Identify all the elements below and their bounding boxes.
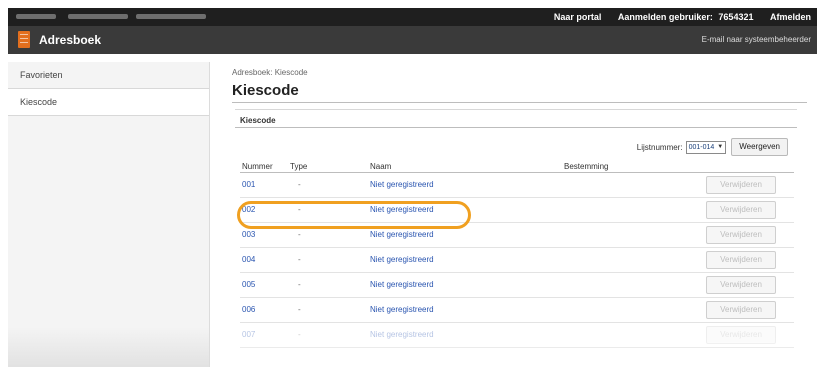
table-row: 007- Niet geregistreerd Verwijderen bbox=[240, 322, 794, 348]
table-row: 001- Niet geregistreerd Verwijderen bbox=[240, 172, 794, 198]
delete-button[interactable]: Verwijderen bbox=[706, 225, 776, 244]
row-name-link[interactable]: Niet geregistreerd bbox=[368, 322, 562, 348]
top-bar: Naar portal Aanmelden gebruiker: 7654321… bbox=[8, 8, 817, 26]
kiescode-table: Nummer Type Naam Bestemming 001- Niet ger… bbox=[240, 162, 794, 348]
user-id: 7654321 bbox=[718, 12, 754, 22]
delete-button[interactable]: Verwijderen bbox=[706, 200, 776, 219]
section: Kiescode bbox=[235, 109, 797, 128]
row-destination bbox=[562, 322, 700, 348]
row-name-link[interactable]: Niet geregistreerd bbox=[368, 172, 562, 198]
row-destination bbox=[562, 197, 700, 223]
row-name-link[interactable]: Niet geregistreerd bbox=[368, 297, 562, 323]
delete-button[interactable]: Verwijderen bbox=[706, 175, 776, 194]
row-type: - bbox=[288, 172, 368, 198]
row-type: - bbox=[288, 297, 368, 323]
row-name-link[interactable]: Niet geregistreerd bbox=[368, 247, 562, 273]
app-header: Adresboek E-mail naar systeembeheerder bbox=[8, 26, 817, 54]
sidebar-shade bbox=[8, 327, 209, 367]
list-selector: Lijstnummer: 001-014 ▼ Weergeven bbox=[637, 138, 788, 156]
row-destination bbox=[562, 172, 700, 198]
row-number-link[interactable]: 005 bbox=[240, 272, 288, 298]
row-destination bbox=[562, 272, 700, 298]
highlight-ring bbox=[237, 201, 471, 229]
row-destination bbox=[562, 247, 700, 273]
breadcrumb: Adresboek: Kiescode bbox=[232, 68, 308, 77]
row-name-link[interactable]: Niet geregistreerd bbox=[368, 272, 562, 298]
blurred-text bbox=[16, 14, 56, 19]
column-header-type: Type bbox=[288, 162, 368, 173]
app-title: Adresboek bbox=[39, 33, 102, 47]
row-type: - bbox=[288, 322, 368, 348]
row-number-link[interactable]: 001 bbox=[240, 172, 288, 198]
login-label: Aanmelden gebruiker: 7654321 bbox=[617, 12, 754, 22]
top-links: Naar portal Aanmelden gebruiker: 7654321… bbox=[540, 12, 811, 22]
row-type: - bbox=[288, 272, 368, 298]
column-header-destination: Bestemming bbox=[562, 162, 700, 173]
delete-button[interactable]: Verwijderen bbox=[706, 275, 776, 294]
table-row: 006- Niet geregistreerd Verwijderen bbox=[240, 297, 794, 323]
row-destination bbox=[562, 297, 700, 323]
blurred-text bbox=[136, 14, 206, 19]
row-destination bbox=[562, 222, 700, 248]
delete-button[interactable]: Verwijderen bbox=[706, 300, 776, 319]
sidebar-item-kiescode[interactable]: Kiescode bbox=[8, 89, 209, 116]
column-header-name: Naam bbox=[368, 162, 562, 173]
section-title: Kiescode bbox=[235, 110, 797, 128]
column-header-action bbox=[700, 162, 794, 173]
row-number-link[interactable]: 006 bbox=[240, 297, 288, 323]
logout-link[interactable]: Afmelden bbox=[770, 12, 811, 22]
list-number-value: 001-014 bbox=[688, 143, 715, 151]
sidebar: Favorieten Kiescode bbox=[8, 62, 210, 367]
mail-admin-link[interactable]: E-mail naar systeembeheerder bbox=[702, 35, 811, 44]
table-row: 005- Niet geregistreerd Verwijderen bbox=[240, 272, 794, 298]
list-number-select[interactable]: 001-014 ▼ bbox=[685, 140, 727, 154]
row-number-link[interactable]: 007 bbox=[240, 322, 288, 348]
table-header: Nummer Type Naam Bestemming bbox=[240, 162, 794, 173]
show-button[interactable]: Weergeven bbox=[731, 138, 788, 156]
delete-button[interactable]: Verwijderen bbox=[706, 250, 776, 269]
row-number-link[interactable]: 004 bbox=[240, 247, 288, 273]
list-number-label: Lijstnummer: bbox=[636, 142, 683, 152]
sidebar-item-favorites[interactable]: Favorieten bbox=[8, 62, 209, 89]
blurred-text bbox=[68, 14, 128, 19]
row-type: - bbox=[288, 247, 368, 273]
column-header-number: Nummer bbox=[240, 162, 288, 173]
address-book-icon bbox=[18, 31, 30, 48]
delete-button[interactable]: Verwijderen bbox=[706, 325, 776, 344]
page-title: Kiescode bbox=[232, 82, 807, 103]
table-row: 004- Niet geregistreerd Verwijderen bbox=[240, 247, 794, 273]
portal-link[interactable]: Naar portal bbox=[554, 12, 602, 22]
chevron-down-icon: ▼ bbox=[717, 144, 724, 150]
